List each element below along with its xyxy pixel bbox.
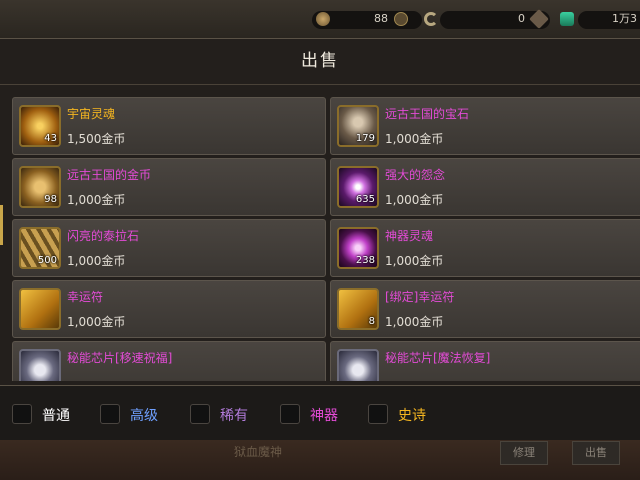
chip-icon	[19, 349, 61, 381]
item-name: [绑定]幸运符	[385, 290, 455, 304]
item-name: 远古王国的金币	[67, 168, 152, 182]
item-quantity: 8	[368, 316, 375, 327]
item-quantity: 98	[44, 194, 57, 205]
gem-icon	[560, 12, 574, 26]
item-slot[interactable]: 238 神器灵魂 1,000金币	[330, 219, 640, 277]
item-name: 幸运符	[67, 290, 104, 304]
rarity-filter-bar: 普通 高级 稀有 神器 史诗	[0, 385, 640, 441]
filter-label: 普通	[42, 408, 70, 424]
item-price: 1,000金币	[385, 254, 444, 268]
item-slot[interactable]: 635 强大的怨念 1,000金币	[330, 158, 640, 216]
ancient-coin-icon: 98	[19, 166, 61, 208]
bound-lucky-charm-icon: 8	[337, 288, 379, 330]
item-price: 1,000金币	[67, 193, 126, 207]
item-price: 1,000金币	[67, 254, 126, 268]
checkbox[interactable]	[280, 404, 300, 424]
item-price: 1,000金币	[385, 193, 444, 207]
item-price: 1,000金币	[385, 315, 444, 329]
currency-3-value: 1万3	[612, 12, 637, 25]
item-slot[interactable]: 179 远古王国的宝石 1,000金币	[330, 97, 640, 155]
chip-icon	[337, 349, 379, 381]
panel-title: 出售	[301, 51, 339, 71]
currency-bar: 88 0 1万3	[0, 0, 640, 38]
side-marker	[0, 205, 3, 245]
item-slot[interactable]: 秘能芯片[移速祝福]	[12, 341, 326, 381]
filter-label: 史诗	[398, 408, 426, 424]
item-quantity: 43	[44, 133, 57, 144]
item-name: 远古王国的宝石	[385, 107, 470, 121]
item-price: 1,500金币	[67, 132, 126, 146]
sell-button[interactable]: 出售	[572, 441, 620, 465]
tera-stone-icon: 500	[19, 227, 61, 269]
item-slot[interactable]: 8 [绑定]幸运符 1,000金币	[330, 280, 640, 338]
filter-label: 高级	[130, 408, 158, 424]
item-slot[interactable]: 43 宇宙灵魂 1,500金币	[12, 97, 326, 155]
crescent-icon	[424, 12, 438, 26]
currency-2-value: 0	[518, 12, 525, 25]
item-quantity: 635	[355, 194, 375, 205]
cosmic-soul-icon: 43	[19, 105, 61, 147]
filter-label: 稀有	[220, 408, 248, 424]
item-quantity: 238	[355, 255, 375, 266]
item-slot[interactable]: 幸运符 1,000金币	[12, 280, 326, 338]
item-quantity: 179	[355, 133, 375, 144]
lucky-charm-icon	[19, 288, 61, 330]
grudge-orb-icon: 635	[337, 166, 379, 208]
item-price: 1,000金币	[67, 315, 126, 329]
item-name: 闪亮的泰拉石	[67, 229, 140, 243]
bottom-label: 狱血魔神	[234, 445, 283, 459]
coin-icon	[316, 12, 330, 26]
item-quantity: 500	[37, 255, 57, 266]
checkbox[interactable]	[190, 404, 210, 424]
help-icon[interactable]	[394, 12, 408, 26]
item-name: 秘能芯片[移速祝福]	[67, 351, 173, 365]
checkbox[interactable]	[100, 404, 120, 424]
item-slot[interactable]: 秘能芯片[魔法恢复]	[330, 341, 640, 381]
item-name: 神器灵魂	[385, 229, 434, 243]
filter-label: 神器	[310, 408, 338, 424]
item-name: 强大的怨念	[385, 168, 446, 182]
artifact-soul-icon: 238	[337, 227, 379, 269]
ancient-gem-icon: 179	[337, 105, 379, 147]
item-name: 宇宙灵魂	[67, 107, 116, 121]
item-name: 秘能芯片[魔法恢复]	[385, 351, 491, 365]
checkbox[interactable]	[368, 404, 388, 424]
item-grid: 43 宇宙灵魂 1,500金币 179 远古王国的宝石 1,000金币 98 远…	[12, 97, 640, 381]
checkbox[interactable]	[12, 404, 32, 424]
item-slot[interactable]: 500 闪亮的泰拉石 1,000金币	[12, 219, 326, 277]
repair-button[interactable]: 修理	[500, 441, 548, 465]
item-price: 1,000金币	[385, 132, 444, 146]
currency-1-value: 88	[374, 12, 388, 25]
title-divider	[0, 84, 640, 85]
item-slot[interactable]: 98 远古王国的金币 1,000金币	[12, 158, 326, 216]
